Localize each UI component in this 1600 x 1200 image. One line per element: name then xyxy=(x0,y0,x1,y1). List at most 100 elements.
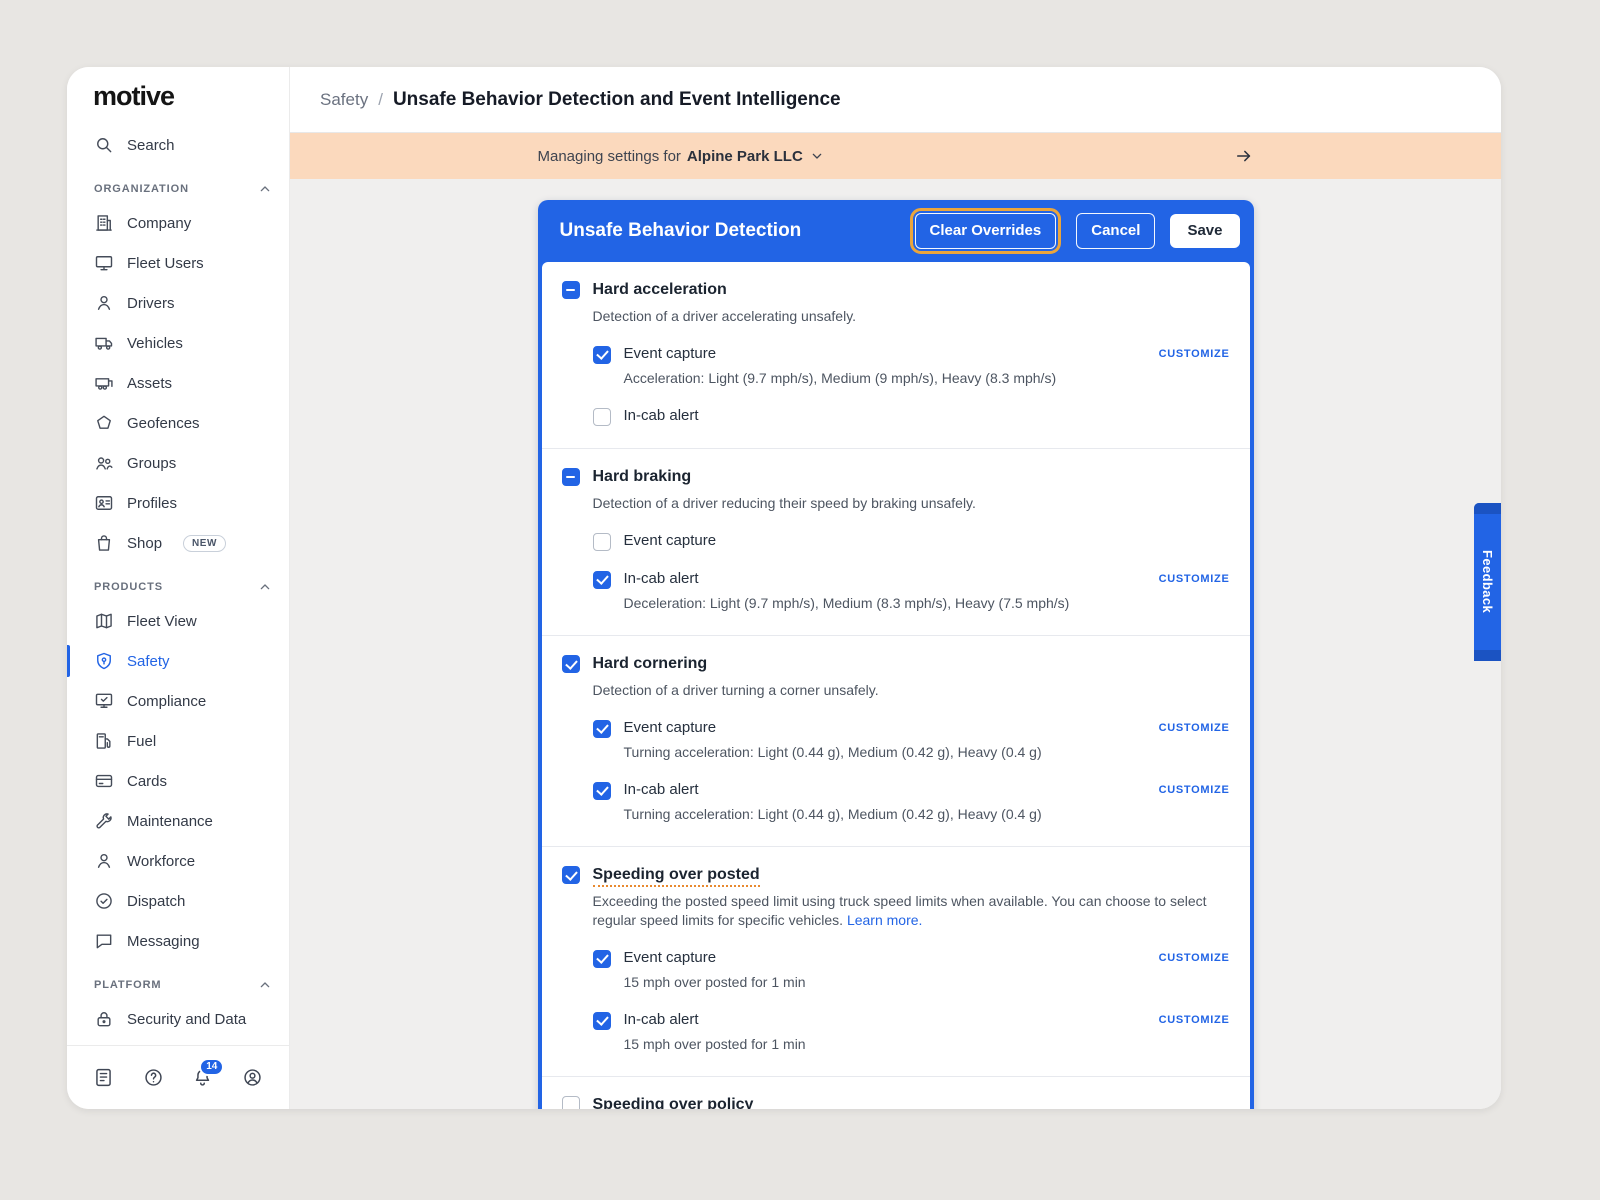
map-icon xyxy=(94,611,114,631)
event-capture-checkbox[interactable] xyxy=(593,720,611,738)
sidebar-item-security-and-data[interactable]: Security and Data xyxy=(67,999,289,1039)
main-area: Safety / Unsafe Behavior Detection and E… xyxy=(290,67,1501,1109)
sidebar-item-fuel[interactable]: Fuel xyxy=(67,721,289,761)
behavior-section-hard-cornering: Hard cornering Detection of a driver tur… xyxy=(542,636,1250,847)
sidebar-item-messaging[interactable]: Messaging xyxy=(67,921,289,961)
sidebar-item-groups[interactable]: Groups xyxy=(67,443,289,483)
help-icon[interactable] xyxy=(143,1067,164,1088)
sidebar-item-vehicles[interactable]: Vehicles xyxy=(67,323,289,363)
event-capture-checkbox[interactable] xyxy=(593,950,611,968)
sidebar-item-label: Geofences xyxy=(127,416,200,431)
sidebar-item-label: Drivers xyxy=(127,296,175,311)
event-capture-checkbox[interactable] xyxy=(593,346,611,364)
sidebar-item-search[interactable]: Search xyxy=(67,125,289,165)
sidebar-item-label: Cards xyxy=(127,774,167,789)
customize-link[interactable]: CUSTOMIZE xyxy=(1159,348,1230,360)
behavior-description: Detection of a driver accelerating unsaf… xyxy=(593,307,1223,326)
sidebar-item-maintenance[interactable]: Maintenance xyxy=(67,801,289,841)
sidebar-item-geofences[interactable]: Geofences xyxy=(67,403,289,443)
sidebar-item-safety[interactable]: Safety xyxy=(67,641,289,681)
sidebar-item-label: Workforce xyxy=(127,854,195,869)
in-cab-alert-row: In-cab alert CUSTOMIZE 15 mph over poste… xyxy=(593,1010,1230,1054)
sidebar-item-dispatch[interactable]: Dispatch xyxy=(67,881,289,921)
sidebar-item-label: Fuel xyxy=(127,734,156,749)
dispatch-icon xyxy=(94,891,114,911)
sidebar-item-assets[interactable]: Assets xyxy=(67,363,289,403)
banner-org-name: Alpine Park LLC xyxy=(687,148,803,165)
sidebar-item-compliance[interactable]: Compliance xyxy=(67,681,289,721)
feedback-tab[interactable]: Feedback xyxy=(1474,503,1501,661)
section-header-organization[interactable]: ORGANIZATION xyxy=(67,165,289,203)
speeding-over-posted-checkbox[interactable] xyxy=(562,866,580,884)
sidebar-item-fleet-users[interactable]: Fleet Users xyxy=(67,243,289,283)
save-button[interactable]: Save xyxy=(1170,214,1239,249)
row-detail: Acceleration: Light (9.7 mph/s), Medium … xyxy=(624,369,1230,388)
section-label: ORGANIZATION xyxy=(94,183,189,195)
speeding-over-policy-checkbox[interactable] xyxy=(562,1096,580,1109)
in-cab-alert-checkbox[interactable] xyxy=(593,571,611,589)
customize-link[interactable]: CUSTOMIZE xyxy=(1159,722,1230,734)
row-detail: 15 mph over posted for 1 min xyxy=(624,973,1230,992)
org-selector[interactable]: Managing settings for Alpine Park LLC xyxy=(538,148,825,165)
unsafe-behavior-card: Unsafe Behavior Detection Clear Override… xyxy=(538,200,1254,1109)
notification-count-badge: 14 xyxy=(199,1058,224,1076)
in-cab-alert-checkbox[interactable] xyxy=(593,782,611,800)
sidebar-item-company[interactable]: Company xyxy=(67,203,289,243)
customize-link[interactable]: CUSTOMIZE xyxy=(1159,1014,1230,1026)
behavior-section-speeding-over-policy: Speeding over policy xyxy=(542,1077,1250,1109)
sidebar-item-label: Assets xyxy=(127,376,172,391)
customize-link[interactable]: CUSTOMIZE xyxy=(1159,952,1230,964)
customize-link[interactable]: CUSTOMIZE xyxy=(1159,784,1230,796)
behavior-title: Speeding over policy xyxy=(593,1095,1230,1109)
behavior-title: Hard braking xyxy=(593,467,1230,487)
sidebar-item-label: Company xyxy=(127,216,191,231)
sidebar-item-fleet-view[interactable]: Fleet View xyxy=(67,601,289,641)
banner-content: Managing settings for Alpine Park LLC xyxy=(538,146,1254,166)
company-icon xyxy=(94,213,114,233)
clear-overrides-button[interactable]: Clear Overrides xyxy=(915,213,1057,250)
in-cab-alert-checkbox[interactable] xyxy=(593,1012,611,1030)
in-cab-alert-checkbox[interactable] xyxy=(593,408,611,426)
row-detail: Deceleration: Light (9.7 mph/s), Medium … xyxy=(624,594,1230,613)
cancel-button[interactable]: Cancel xyxy=(1076,213,1155,250)
section-header-products[interactable]: PRODUCTS xyxy=(67,563,289,601)
profile-card-icon xyxy=(94,493,114,513)
new-badge: NEW xyxy=(183,535,226,552)
sidebar-item-cards[interactable]: Cards xyxy=(67,761,289,801)
sidebar-item-drivers[interactable]: Drivers xyxy=(67,283,289,323)
managing-settings-banner: Managing settings for Alpine Park LLC xyxy=(290,133,1501,179)
monitor-icon xyxy=(94,253,114,273)
behavior-description: Detection of a driver turning a corner u… xyxy=(593,681,1223,700)
customize-link[interactable]: CUSTOMIZE xyxy=(1159,573,1230,585)
updates-icon[interactable] xyxy=(93,1067,114,1088)
app-window: motive Search ORGANIZATION Company Fleet… xyxy=(67,67,1501,1109)
fuel-pump-icon xyxy=(94,731,114,751)
event-capture-checkbox[interactable] xyxy=(593,533,611,551)
card-header: Unsafe Behavior Detection Clear Override… xyxy=(542,200,1250,262)
sidebar-item-shop[interactable]: Shop NEW xyxy=(67,523,289,563)
sidebar-item-label: Vehicles xyxy=(127,336,183,351)
section-label: PLATFORM xyxy=(94,979,162,991)
behavior-description: Detection of a driver reducing their spe… xyxy=(593,494,1223,513)
account-icon[interactable] xyxy=(242,1067,263,1088)
chevron-up-icon xyxy=(257,977,273,993)
behavior-title: Hard cornering xyxy=(593,654,1230,674)
sidebar-item-profiles[interactable]: Profiles xyxy=(67,483,289,523)
sidebar-item-label: Search xyxy=(127,138,175,153)
in-cab-alert-row: In-cab alert CUSTOMIZE Deceleration: Lig… xyxy=(593,569,1230,613)
groups-icon xyxy=(94,453,114,473)
behavior-title: Hard acceleration xyxy=(593,280,1230,300)
hard-braking-checkbox[interactable] xyxy=(562,468,580,486)
section-header-platform[interactable]: PLATFORM xyxy=(67,961,289,999)
learn-more-link[interactable]: Learn more. xyxy=(847,912,922,928)
wrench-icon xyxy=(94,811,114,831)
trailer-icon xyxy=(94,373,114,393)
sidebar-item-label: Fleet View xyxy=(127,614,197,629)
hard-cornering-checkbox[interactable] xyxy=(562,655,580,673)
row-label: Event capture xyxy=(624,531,1217,551)
hard-acceleration-checkbox[interactable] xyxy=(562,281,580,299)
sidebar-item-workforce[interactable]: Workforce xyxy=(67,841,289,881)
breadcrumb-section[interactable]: Safety xyxy=(320,90,368,110)
notifications-bell-icon[interactable]: 14 xyxy=(192,1067,213,1088)
arrow-right-icon[interactable] xyxy=(1234,146,1254,166)
